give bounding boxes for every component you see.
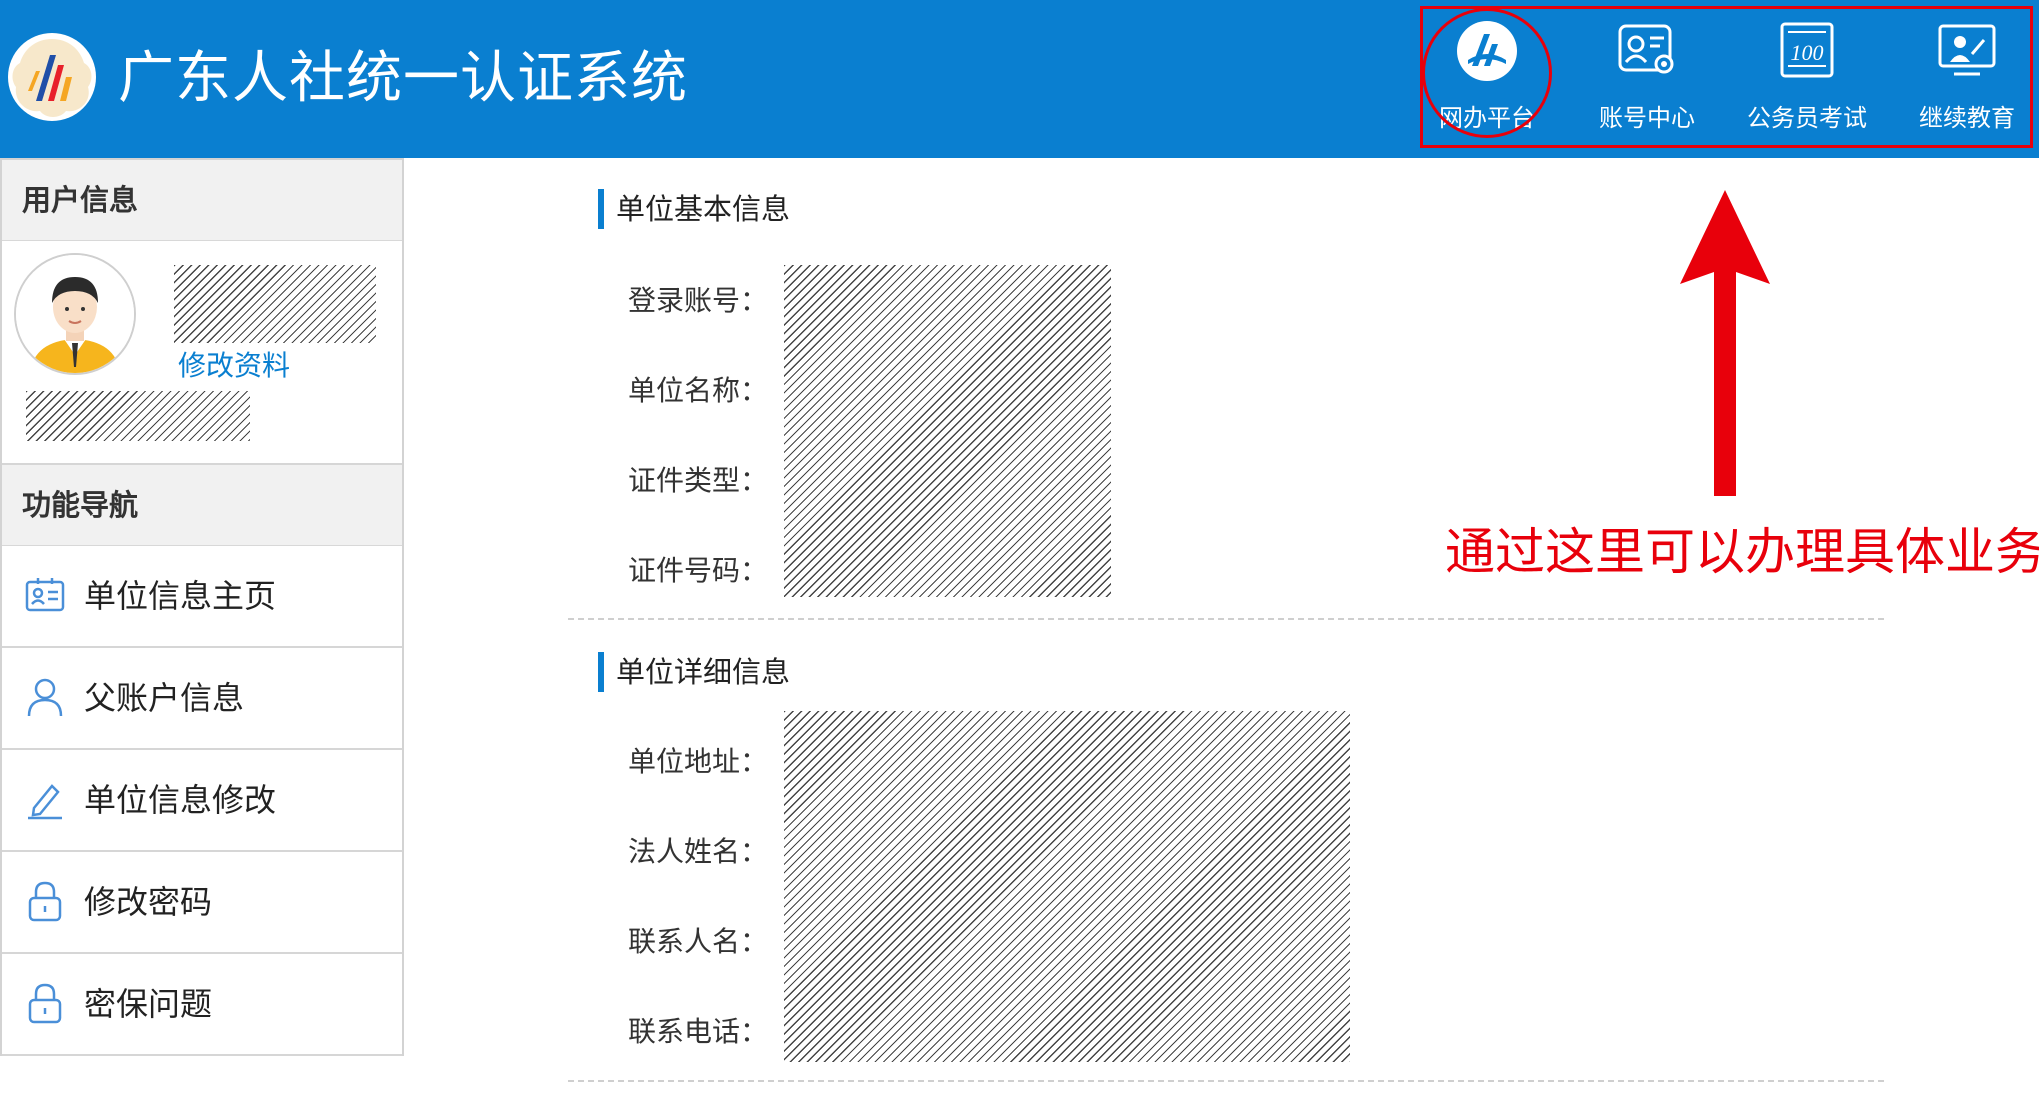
id-card-icon	[25, 578, 65, 612]
redacted-username	[174, 265, 376, 343]
red-arrow-icon	[1680, 190, 1770, 496]
annotation-text: 通过这里可以办理具体业务	[1445, 523, 2039, 581]
edit-profile-link[interactable]: 修改资料	[178, 344, 290, 384]
field-label-contact-phone: 联系电话：	[628, 1015, 769, 1048]
avatar	[14, 253, 136, 375]
lock-icon	[28, 881, 62, 922]
user-icon	[27, 678, 63, 717]
function-nav-heading: 功能导航	[2, 465, 402, 546]
sidebar-item-label: 父账户信息	[84, 679, 245, 717]
lock-icon	[28, 983, 62, 1024]
field-label-id-type: 证件类型：	[628, 464, 769, 497]
sidebar-item-security-question[interactable]: 密保问题	[2, 954, 402, 1056]
redacted-basic-values	[784, 265, 1111, 597]
app-logo-icon	[8, 33, 96, 121]
sidebar: 用户信息 修改资料 功能导航 单位信息主页 父账户信息 单位信息修改 修改密码 …	[0, 158, 404, 1056]
user-info-heading: 用户信息	[2, 160, 402, 241]
sidebar-item-label: 密保问题	[84, 985, 213, 1023]
redacted-detail-values	[784, 711, 1350, 1062]
sidebar-item-change-password[interactable]: 修改密码	[2, 852, 402, 954]
pencil-icon	[28, 784, 62, 820]
field-label-legal-person: 法人姓名：	[628, 835, 769, 868]
sidebar-item-unit-home[interactable]: 单位信息主页	[2, 546, 402, 648]
field-label-contact-name: 联系人名：	[628, 925, 769, 958]
redacted-user-detail	[26, 391, 250, 441]
app-title: 广东人社统一认证系统	[118, 46, 688, 111]
section-divider	[568, 618, 1884, 620]
field-label-id-number: 证件号码：	[628, 554, 769, 587]
field-label-unit-address: 单位地址：	[628, 745, 769, 778]
sidebar-item-label: 单位信息主页	[84, 577, 277, 615]
field-label-unit-name: 单位名称：	[628, 374, 769, 407]
user-info-panel: 修改资料	[2, 241, 402, 465]
section-title-detail: 单位详细信息	[598, 652, 790, 692]
sidebar-item-parent-account[interactable]: 父账户信息	[2, 648, 402, 750]
sidebar-item-label: 修改密码	[84, 883, 213, 921]
sidebar-item-unit-edit[interactable]: 单位信息修改	[2, 750, 402, 852]
sidebar-item-label: 单位信息修改	[84, 781, 277, 819]
highlight-circle	[1422, 8, 1552, 138]
section-divider	[568, 1080, 1884, 1082]
avatar-person-icon	[16, 255, 134, 373]
top-header: 广东人社统一认证系统 网办平台 账号中心 100 公务员考试 继续教育	[0, 0, 2039, 158]
field-label-login-account: 登录账号：	[628, 284, 769, 317]
section-title-basic: 单位基本信息	[598, 189, 790, 229]
